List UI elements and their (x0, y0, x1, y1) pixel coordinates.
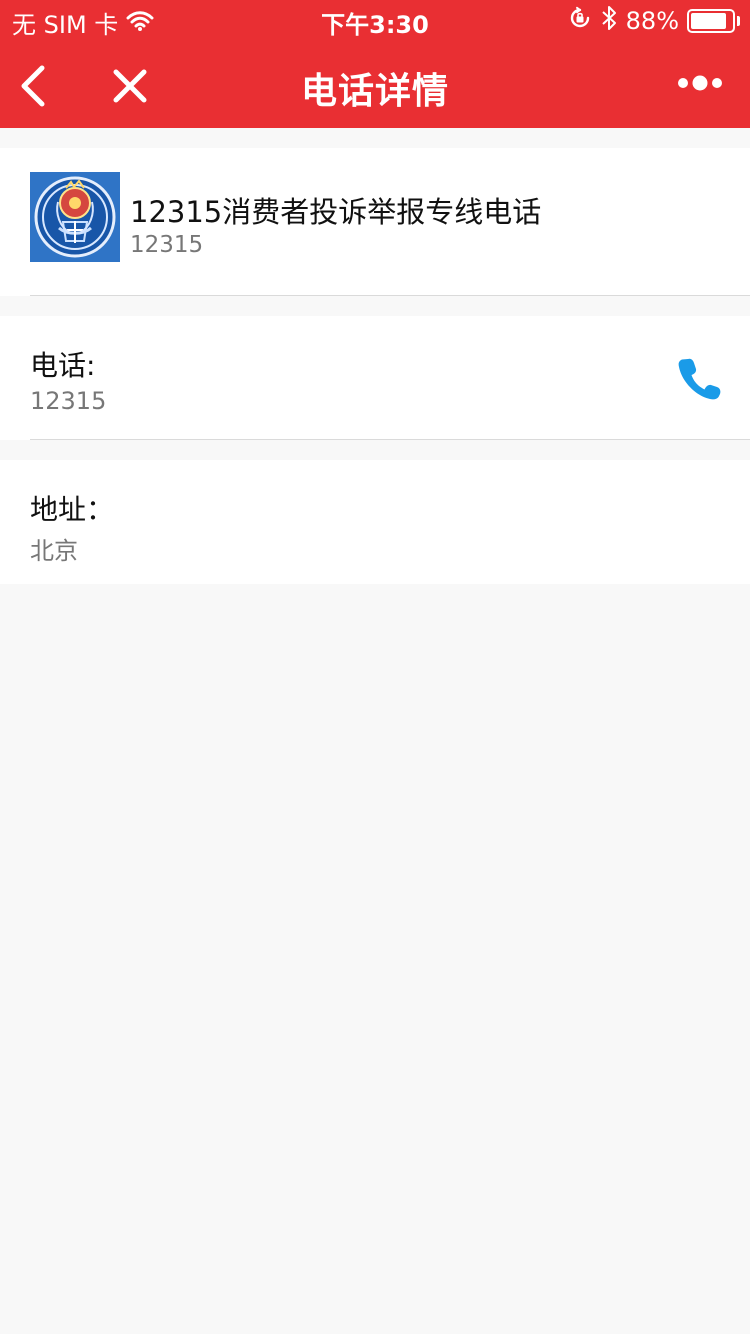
contact-number: 12315 (130, 232, 204, 258)
phone-divider (30, 439, 750, 440)
battery-cap (737, 16, 740, 26)
address-label: 地址： (30, 493, 115, 526)
bluetooth-icon (600, 5, 618, 37)
more-button[interactable] (676, 71, 724, 95)
header: 无 SIM 卡 下午3:30 88% 电话详情 (0, 0, 750, 128)
navigation-bar: 电话详情 (0, 40, 750, 128)
page-title: 电话详情 (300, 71, 449, 112)
status-bar: 无 SIM 卡 下午3:30 88% (0, 0, 750, 40)
battery-level (691, 13, 727, 29)
contact-divider (30, 295, 750, 296)
contact-card: 12315消费者投诉举报专线电话 12315 (0, 148, 750, 296)
contact-name: 12315消费者投诉举报专线电话 (130, 195, 542, 229)
status-right: 88% (568, 5, 740, 37)
address-card: 地址： 北京 (0, 460, 750, 584)
orientation-lock-icon (568, 6, 592, 36)
battery-icon (687, 9, 735, 33)
more-dots-icon (678, 75, 722, 91)
call-button[interactable] (676, 354, 724, 402)
phone-number: 12315 (30, 387, 107, 415)
government-emblem-icon (30, 172, 120, 262)
battery-percent: 88% (625, 7, 679, 35)
phone-label: 电话: (30, 349, 96, 382)
phone-card: 电话: 12315 (0, 316, 750, 440)
phone-call-icon (678, 358, 721, 400)
address-value: 北京 (30, 537, 78, 565)
